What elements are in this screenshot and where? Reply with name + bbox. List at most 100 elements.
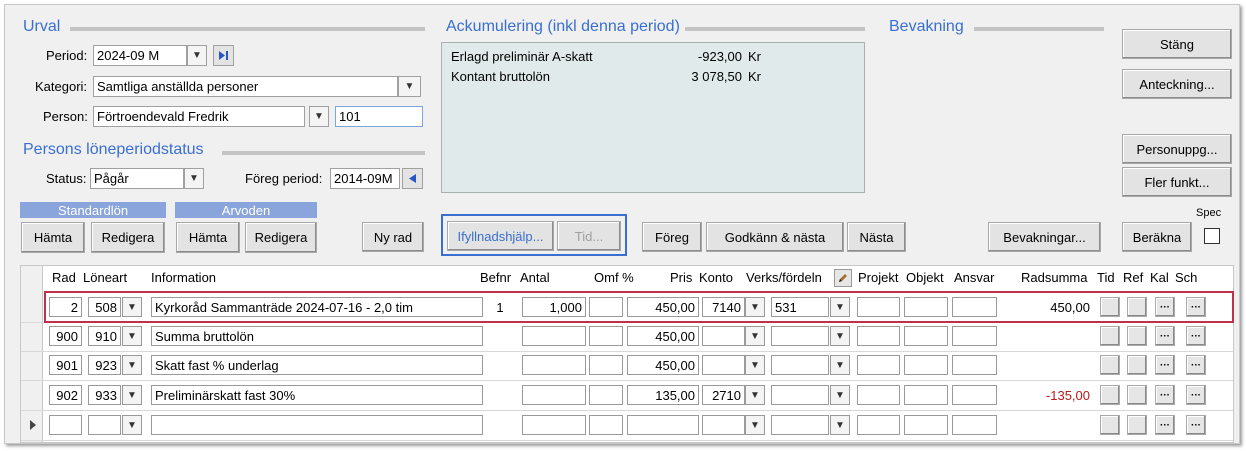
row-projekt[interactable] — [857, 326, 900, 346]
chevron-down-icon[interactable]: ▼ — [184, 168, 204, 189]
row-information[interactable]: Preliminärskatt fast 30% — [151, 385, 483, 405]
row-omf[interactable] — [589, 326, 623, 346]
fler-funkt-button[interactable]: Fler funkt... — [1122, 167, 1232, 197]
row-information[interactable]: Skatt fast % underlag — [151, 355, 483, 375]
arvoden-redigera-button[interactable]: Redigera — [245, 222, 317, 253]
row-loneart[interactable] — [88, 415, 121, 435]
row-objekt[interactable] — [904, 326, 948, 346]
row-objekt[interactable] — [904, 415, 948, 435]
row-antal[interactable] — [522, 415, 586, 435]
berakna-button[interactable]: Beräkna — [1122, 222, 1192, 252]
chevron-down-icon[interactable]: ▼ — [398, 76, 421, 97]
row-ansvar[interactable] — [952, 415, 997, 435]
tid-cell-button[interactable] — [1100, 385, 1120, 405]
chevron-down-icon[interactable]: ▼ — [122, 326, 142, 346]
ellipsis-icon[interactable]: ··· — [1186, 385, 1206, 405]
row-loneart[interactable]: 923 — [88, 355, 121, 375]
row-verks[interactable] — [771, 326, 829, 346]
chevron-down-icon[interactable]: ▼ — [830, 385, 850, 405]
ref-cell-button[interactable] — [1127, 385, 1147, 405]
chevron-down-icon[interactable]: ▼ — [745, 415, 765, 435]
skip-forward-icon[interactable] — [213, 45, 234, 66]
ref-cell-button[interactable] — [1127, 415, 1147, 435]
status-select[interactable]: Pågår — [90, 168, 184, 189]
row-verks[interactable] — [771, 415, 829, 435]
nasta-button[interactable]: Nästa — [847, 222, 906, 252]
row-rad[interactable] — [49, 415, 82, 435]
arvoden-hamta-button[interactable]: Hämta — [176, 222, 240, 253]
personuppg-button[interactable]: Personuppg... — [1122, 134, 1232, 164]
chevron-down-icon[interactable]: ▼ — [187, 45, 207, 66]
row-verks[interactable] — [771, 355, 829, 375]
godkann-nasta-button[interactable]: Godkänn & nästa — [706, 222, 844, 252]
row-konto[interactable]: 2710 — [702, 385, 745, 405]
row-antal[interactable] — [522, 355, 586, 375]
ellipsis-icon[interactable]: ··· — [1186, 326, 1206, 346]
chevron-down-icon[interactable]: ▼ — [122, 415, 142, 435]
row-antal[interactable] — [522, 326, 586, 346]
chevron-down-icon[interactable]: ▼ — [745, 355, 765, 375]
row-omf[interactable] — [589, 415, 623, 435]
row-pris[interactable]: 450,00 — [627, 326, 699, 346]
ref-cell-button[interactable] — [1127, 355, 1147, 375]
person-select[interactable]: Förtroendevald Fredrik — [93, 106, 305, 127]
row-ansvar[interactable] — [952, 355, 997, 375]
ifyllnadshjalp-button[interactable]: Ifyllnadshjälp... — [447, 221, 554, 251]
row-konto[interactable] — [702, 326, 745, 346]
chevron-down-icon[interactable]: ▼ — [745, 326, 765, 346]
chevron-down-icon[interactable]: ▼ — [830, 326, 850, 346]
row-pris[interactable]: 135,00 — [627, 385, 699, 405]
foreg-button[interactable]: Föreg — [642, 222, 702, 252]
row-ansvar[interactable] — [952, 385, 997, 405]
chevron-down-icon[interactable]: ▼ — [830, 415, 850, 435]
anteckning-button[interactable]: Anteckning... — [1122, 69, 1232, 99]
tid-button[interactable]: Tid... — [557, 221, 621, 251]
row-projekt[interactable] — [857, 415, 900, 435]
tid-cell-button[interactable] — [1100, 326, 1120, 346]
row-konto[interactable] — [702, 355, 745, 375]
row-loneart[interactable]: 933 — [88, 385, 121, 405]
row-ansvar[interactable] — [952, 326, 997, 346]
stang-button[interactable]: Stäng — [1122, 29, 1232, 59]
row-projekt[interactable] — [857, 355, 900, 375]
row-objekt[interactable] — [904, 355, 948, 375]
foreg-period-field[interactable]: 2014-09M — [330, 168, 400, 189]
ellipsis-icon[interactable]: ··· — [1155, 415, 1175, 435]
row-rad[interactable]: 901 — [49, 355, 82, 375]
row-information[interactable]: Summa bruttolön — [151, 326, 483, 346]
chevron-down-icon[interactable]: ▼ — [309, 106, 329, 127]
bevakningar-button[interactable]: Bevakningar... — [988, 222, 1101, 252]
row-pris[interactable]: 450,00 — [627, 355, 699, 375]
chevron-down-icon[interactable]: ▼ — [122, 385, 142, 405]
pencil-icon[interactable] — [834, 269, 852, 287]
chevron-down-icon[interactable]: ▼ — [745, 385, 765, 405]
row-pris[interactable] — [627, 415, 699, 435]
row-projekt[interactable] — [857, 385, 900, 405]
ellipsis-icon[interactable]: ··· — [1155, 385, 1175, 405]
ellipsis-icon[interactable]: ··· — [1186, 415, 1206, 435]
spec-checkbox[interactable] — [1204, 228, 1220, 244]
period-select[interactable]: 2024-09 M — [93, 45, 187, 66]
row-information[interactable] — [151, 415, 483, 435]
row-omf[interactable] — [589, 355, 623, 375]
row-antal[interactable] — [522, 385, 586, 405]
kategori-select[interactable]: Samtliga anställda personer — [93, 76, 398, 97]
person-id-field[interactable]: 101 — [335, 106, 423, 127]
row-loneart[interactable]: 910 — [88, 326, 121, 346]
standardlon-redigera-button[interactable]: Redigera — [91, 222, 165, 253]
row-omf[interactable] — [589, 385, 623, 405]
chevron-down-icon[interactable]: ▼ — [830, 355, 850, 375]
ellipsis-icon[interactable]: ··· — [1186, 355, 1206, 375]
ref-cell-button[interactable] — [1127, 326, 1147, 346]
standardlon-hamta-button[interactable]: Hämta — [21, 222, 85, 253]
tid-cell-button[interactable] — [1100, 415, 1120, 435]
row-verks[interactable] — [771, 385, 829, 405]
tid-cell-button[interactable] — [1100, 355, 1120, 375]
row-rad[interactable]: 900 — [49, 326, 82, 346]
ny-rad-button[interactable]: Ny rad — [362, 222, 424, 252]
row-rad[interactable]: 902 — [49, 385, 82, 405]
row-konto[interactable] — [702, 415, 745, 435]
row-objekt[interactable] — [904, 385, 948, 405]
chevron-down-icon[interactable]: ▼ — [122, 355, 142, 375]
ellipsis-icon[interactable]: ··· — [1155, 326, 1175, 346]
